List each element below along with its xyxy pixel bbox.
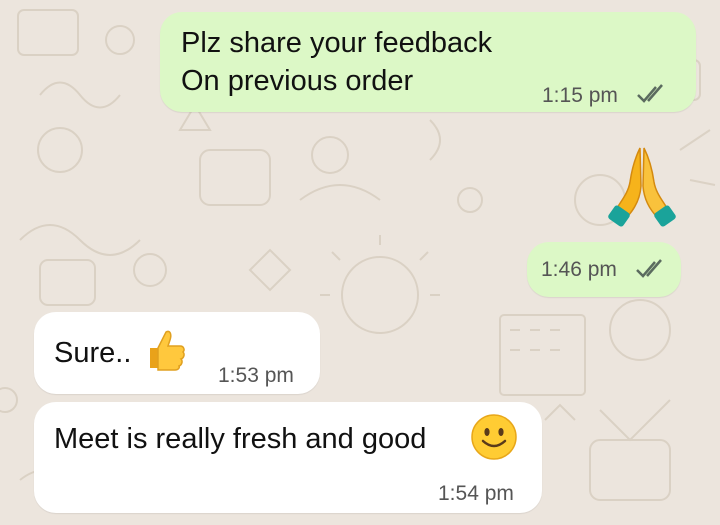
message-text: Sure..: [54, 337, 132, 369]
outgoing-message-bubble[interactable]: Plz share your feedback On previous orde…: [160, 12, 696, 112]
folded-hands-icon: [608, 147, 676, 227]
smiling-face-icon: [471, 414, 517, 460]
thumbs-up-icon: [150, 330, 185, 371]
message-timestamp: 1:15 pm: [542, 84, 618, 107]
message-text: Meet is really fresh and good: [54, 423, 427, 455]
incoming-message-bubble[interactable]: Meet is really fresh and good 1:54 pm: [34, 402, 542, 513]
message-text-line-2: On previous order: [181, 65, 414, 97]
message-timestamp: 1:53 pm: [218, 364, 294, 387]
message-timestamp: 1:54 pm: [438, 482, 514, 505]
message-text-line-1: Plz share your feedback: [181, 27, 493, 59]
incoming-message-bubble[interactable]: Sure.. 1:53 pm: [34, 312, 320, 394]
message-timestamp: 1:46 pm: [541, 258, 617, 281]
double-tick-read-icon: [637, 84, 663, 103]
double-tick-read-icon: [636, 259, 662, 278]
outgoing-message-bubble[interactable]: 1:46 pm: [527, 242, 681, 297]
